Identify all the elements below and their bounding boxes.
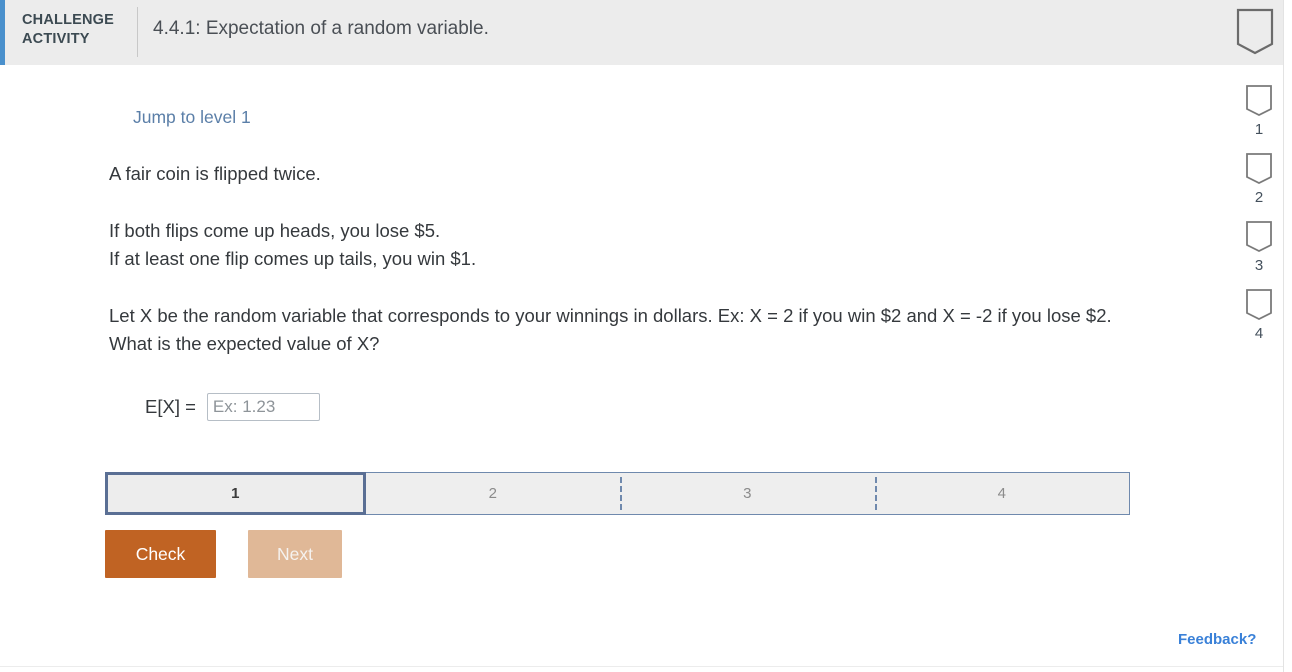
- expected-value-input[interactable]: [206, 393, 320, 421]
- progress-tab-label: 1: [231, 485, 240, 502]
- check-button[interactable]: Check: [105, 530, 216, 578]
- challenge-activity-page: CHALLENGE ACTIVITY 4.4.1: Expectation of…: [0, 0, 1292, 672]
- progress-tab-1[interactable]: 1: [105, 472, 366, 515]
- activity-header: CHALLENGE ACTIVITY 4.4.1: Expectation of…: [0, 0, 1283, 65]
- feedback-link[interactable]: Feedback?: [1178, 631, 1256, 648]
- progress-tab-label: 2: [488, 485, 497, 502]
- right-divider: [1283, 0, 1284, 672]
- prompt-line-4: Let X be the random variable that corres…: [109, 304, 1112, 355]
- progress-tab-2[interactable]: 2: [365, 473, 620, 514]
- action-buttons: Check Next: [105, 530, 342, 578]
- jump-to-level-link[interactable]: Jump to level 1: [133, 107, 251, 128]
- progress-tab-label: 4: [997, 485, 1006, 502]
- activity-content: Jump to level 1 A fair coin is flipped t…: [0, 65, 1283, 666]
- challenge-activity-label-line1: CHALLENGE: [22, 12, 115, 28]
- progress-tab-label: 3: [743, 485, 752, 502]
- progress-tabs: 1 2 3 4: [105, 472, 1130, 515]
- next-button[interactable]: Next: [248, 530, 342, 578]
- question-prompt: A fair coin is flipped twice. If both fl…: [109, 160, 1129, 359]
- prompt-line-3: If at least one flip comes up tails, you…: [109, 248, 477, 269]
- prompt-spacer: [109, 274, 1129, 302]
- header-divider: [137, 7, 138, 57]
- prompt-line-2: If both flips come up heads, you lose $5…: [109, 219, 441, 241]
- expected-value-label: E[X] =: [145, 396, 196, 417]
- prompt-spacer: [109, 189, 1129, 217]
- activity-title: 4.4.1: Expectation of a random variable.: [153, 18, 489, 39]
- challenge-activity-label-line2: ACTIVITY: [22, 31, 90, 47]
- bottom-divider: [0, 666, 1283, 667]
- bookmark-icon: [1236, 8, 1274, 55]
- prompt-line-1: A fair coin is flipped twice.: [109, 163, 321, 184]
- header-bookmark-icon[interactable]: [1236, 8, 1274, 56]
- progress-tab-3[interactable]: 3: [620, 473, 875, 514]
- progress-tab-4[interactable]: 4: [874, 473, 1129, 514]
- answer-row: E[X] =: [145, 393, 320, 421]
- challenge-activity-label: CHALLENGE ACTIVITY: [22, 11, 122, 49]
- header-accent-bar: [0, 0, 5, 65]
